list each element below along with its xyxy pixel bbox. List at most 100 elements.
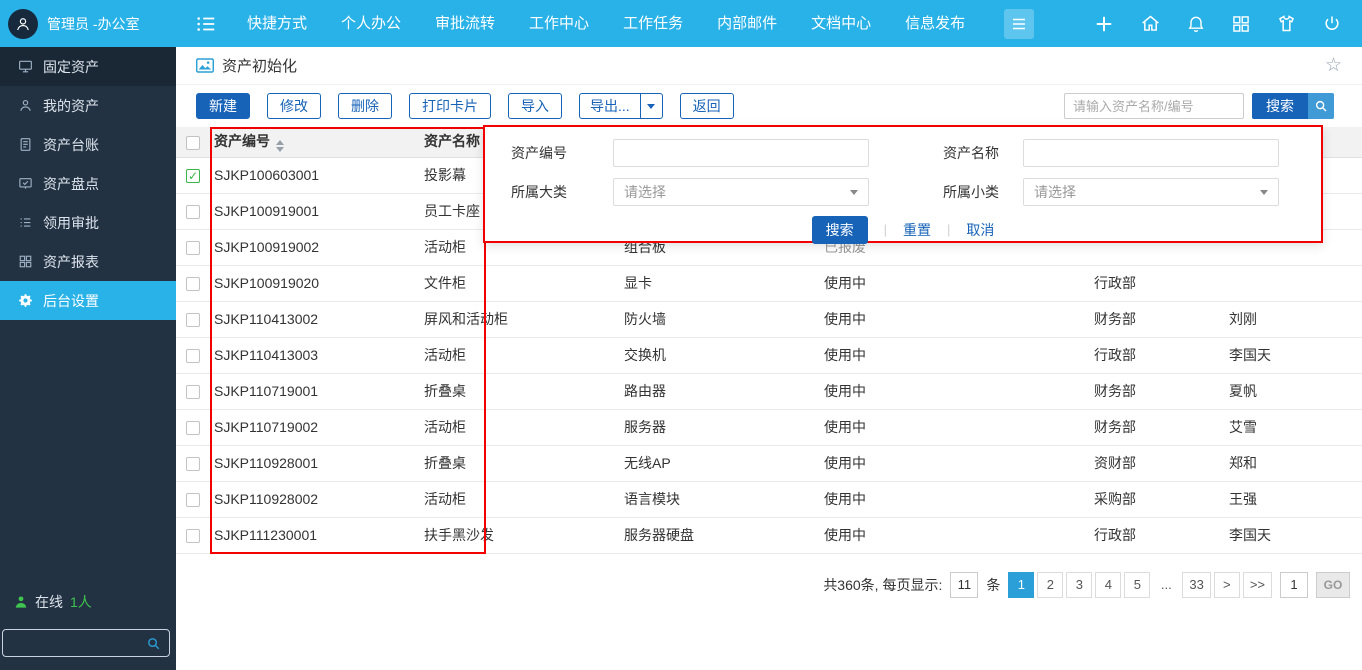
- row-checkbox[interactable]: [186, 529, 200, 543]
- cell-name: 扶手黑沙发: [420, 517, 620, 553]
- table-row[interactable]: SJKP110928001折叠桌无线AP使用中资财部郑和: [176, 445, 1362, 481]
- table-row[interactable]: SJKP100919020文件柜显卡使用中行政部: [176, 265, 1362, 301]
- row-checkbox[interactable]: [186, 241, 200, 255]
- apps-grid-icon[interactable]: [1231, 14, 1251, 34]
- inventory-icon: [18, 176, 33, 191]
- new-button[interactable]: 新建: [196, 93, 250, 119]
- plus-icon[interactable]: [1093, 13, 1115, 35]
- category-select[interactable]: 请选择: [613, 178, 869, 206]
- sort-icon[interactable]: [276, 140, 284, 152]
- theme-shirt-icon[interactable]: [1276, 13, 1297, 34]
- row-checkbox[interactable]: [186, 169, 200, 183]
- nav-item[interactable]: 工作任务: [606, 0, 700, 47]
- topbar-icons: [1093, 13, 1362, 35]
- sidebar-item-label: 固定资产: [43, 57, 99, 77]
- page-button[interactable]: 2: [1037, 572, 1063, 598]
- cell-code: SJKP110719001: [210, 373, 420, 409]
- nav-item[interactable]: 个人办公: [324, 0, 418, 47]
- main-content: 资产初始化 新建修改删除打印卡片导入 导出... 返回 搜索 资: [176, 47, 1362, 670]
- page-size-input[interactable]: [950, 572, 978, 598]
- sidebar-item[interactable]: 我的资产: [0, 86, 176, 125]
- page-button[interactable]: 3: [1066, 572, 1092, 598]
- nav-item[interactable]: 内部邮件: [700, 0, 794, 47]
- delete-button[interactable]: 删除: [338, 93, 392, 119]
- row-checkbox[interactable]: [186, 457, 200, 471]
- chevron-down-icon: [647, 104, 655, 109]
- report-icon: [18, 254, 33, 269]
- edit-button[interactable]: 修改: [267, 93, 321, 119]
- row-checkbox[interactable]: [186, 349, 200, 363]
- back-button[interactable]: 返回: [680, 93, 734, 119]
- filter-asset-name-input[interactable]: [1023, 139, 1279, 167]
- cell-code: SJKP110413003: [210, 337, 420, 373]
- panel-reset-button[interactable]: 重置: [903, 220, 931, 240]
- panel-search-button[interactable]: 搜索: [812, 216, 868, 244]
- next-page-button[interactable]: >: [1214, 572, 1240, 598]
- sidebar-search-box[interactable]: [2, 629, 170, 657]
- sidebar-item[interactable]: 资产报表: [0, 242, 176, 281]
- page-button[interactable]: 1: [1008, 572, 1034, 598]
- user-block[interactable]: 管理员 -办公室: [0, 9, 176, 39]
- row-checkbox[interactable]: [186, 493, 200, 507]
- sidebar-item[interactable]: 领用审批: [0, 203, 176, 242]
- user-icon: [18, 98, 33, 113]
- asset-search-input[interactable]: [1064, 93, 1244, 119]
- table-row[interactable]: SJKP110928002活动柜语言模块使用中采购部王强: [176, 481, 1362, 517]
- last-page-button[interactable]: >>: [1243, 572, 1272, 598]
- sidebar-item[interactable]: 资产盘点: [0, 164, 176, 203]
- cell-name: 活动柜: [420, 409, 620, 445]
- sidebar-item-label: 我的资产: [43, 96, 99, 116]
- select-all-checkbox[interactable]: [186, 136, 200, 150]
- menu-toggle-button[interactable]: [1004, 9, 1034, 39]
- cell-status: 使用中: [820, 409, 1090, 445]
- table-row[interactable]: SJKP110413003活动柜交换机使用中行政部李国天: [176, 337, 1362, 373]
- table-row[interactable]: SJKP110719002活动柜服务器使用中财务部艾雪: [176, 409, 1362, 445]
- cell-status: 使用中: [820, 265, 1090, 301]
- bell-icon[interactable]: [1186, 14, 1206, 34]
- table-row[interactable]: SJKP110413002屏风和活动柜防火墙使用中财务部刘刚: [176, 301, 1362, 337]
- sidebar-item[interactable]: 资产台账: [0, 125, 176, 164]
- go-button[interactable]: GO: [1316, 572, 1350, 598]
- cell-dept: 行政部: [1090, 517, 1225, 553]
- column-header[interactable]: 资产编号: [210, 127, 420, 157]
- sidebar-search-input[interactable]: [11, 636, 146, 651]
- row-checkbox[interactable]: [186, 421, 200, 435]
- sidebar-search-icon[interactable]: [146, 636, 161, 651]
- favorite-star-icon[interactable]: [1325, 56, 1342, 75]
- nav-item[interactable]: 审批流转: [418, 0, 512, 47]
- cell-name: 折叠桌: [420, 445, 620, 481]
- row-checkbox[interactable]: [186, 385, 200, 399]
- nav-item[interactable]: 信息发布: [888, 0, 982, 47]
- search-button[interactable]: 搜索: [1252, 93, 1308, 119]
- export-button[interactable]: 导出...: [579, 93, 663, 119]
- sidebar-item-label: 领用审批: [43, 213, 99, 233]
- row-checkbox[interactable]: [186, 313, 200, 327]
- table-row[interactable]: SJKP110719001折叠桌路由器使用中财务部夏帆: [176, 373, 1362, 409]
- cell-item: 防火墙: [620, 301, 820, 337]
- row-checkbox[interactable]: [186, 205, 200, 219]
- app-logo-icon[interactable]: [194, 13, 218, 35]
- nav-item[interactable]: 工作中心: [512, 0, 606, 47]
- nav-item[interactable]: 文档中心: [794, 0, 888, 47]
- subcategory-select[interactable]: 请选择: [1023, 178, 1279, 206]
- table-row[interactable]: SJKP111230001扶手黑沙发服务器硬盘使用中行政部李国天: [176, 517, 1362, 553]
- cell-name: 折叠桌: [420, 373, 620, 409]
- goto-page-input[interactable]: [1280, 572, 1308, 598]
- avatar[interactable]: [8, 9, 38, 39]
- page-button[interactable]: 5: [1124, 572, 1150, 598]
- page-button[interactable]: 33: [1182, 572, 1210, 598]
- home-icon[interactable]: [1140, 13, 1161, 34]
- row-checkbox[interactable]: [186, 277, 200, 291]
- nav-item[interactable]: 快捷方式: [230, 0, 324, 47]
- print-card-button[interactable]: 打印卡片: [409, 93, 491, 119]
- sidebar-item[interactable]: 固定资产: [0, 47, 176, 86]
- filter-asset-code-input[interactable]: [613, 139, 869, 167]
- export-dropdown-caret[interactable]: [640, 94, 662, 118]
- page-button[interactable]: 4: [1095, 572, 1121, 598]
- import-button[interactable]: 导入: [508, 93, 562, 119]
- panel-cancel-button[interactable]: 取消: [966, 220, 994, 240]
- power-icon[interactable]: [1322, 14, 1342, 34]
- search-magnifier-icon[interactable]: [1308, 93, 1334, 119]
- table-area: 资产编号资产名称 SJKP100603001投影幕SJKP100919001员工…: [176, 127, 1362, 554]
- sidebar-item[interactable]: 后台设置: [0, 281, 176, 320]
